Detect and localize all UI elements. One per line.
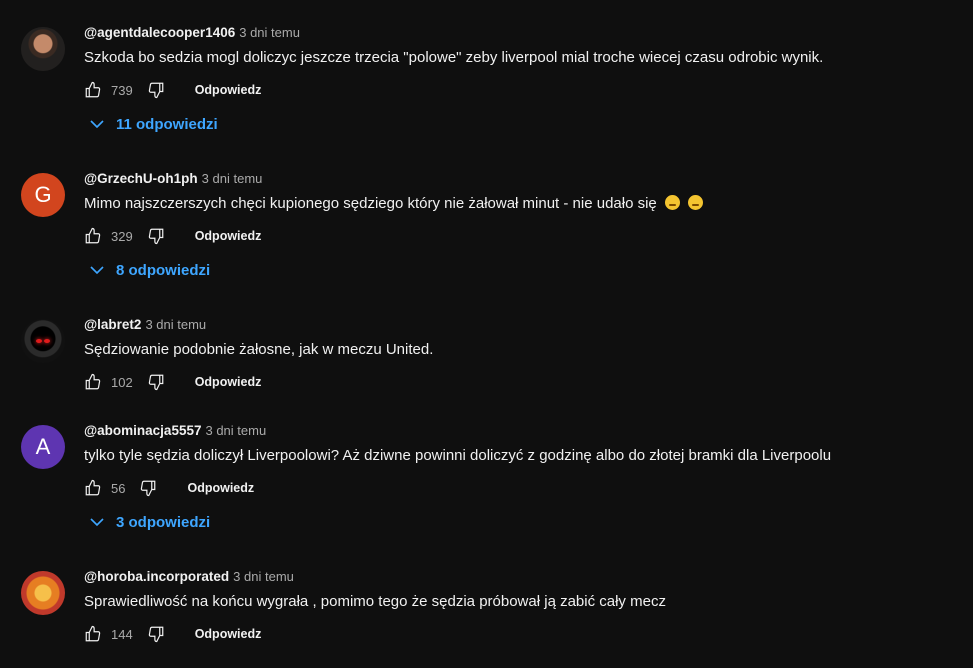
thumbs-down-icon	[148, 228, 164, 245]
thumbs-up-icon	[85, 81, 101, 98]
thumbs-down-icon	[141, 480, 156, 497]
avatar-eye	[36, 339, 42, 343]
like-button[interactable]	[84, 479, 102, 497]
avatar[interactable]	[21, 571, 65, 615]
comment-actions: 56 Odpowiedz	[84, 476, 254, 500]
like-count: 56	[111, 480, 126, 496]
avatar[interactable]	[21, 27, 65, 71]
reply-button[interactable]: Odpowiedz	[195, 375, 262, 389]
comment-actions: 329 Odpowiedz	[84, 224, 261, 248]
thumbs-up-icon	[85, 373, 101, 390]
avatar-eye	[44, 339, 50, 343]
reply-button[interactable]: Odpowiedz	[195, 229, 262, 243]
comment-text: Sprawiedliwość na końcu wygrała , pomimo…	[84, 593, 666, 610]
thumbs-down-icon	[148, 374, 164, 391]
chevron-down-icon	[90, 266, 104, 275]
like-count: 102	[111, 374, 133, 390]
comment-actions: 739 Odpowiedz	[84, 78, 261, 102]
crying-face-emoji	[664, 195, 680, 210]
comment-author[interactable]: @labret2	[84, 317, 141, 332]
comment-header: @GrzechU-oh1ph 3 dni temu	[84, 171, 262, 186]
like-count: 329	[111, 228, 133, 244]
comment-text: tylko tyle sędzia doliczył Liverpoolowi?…	[84, 447, 832, 464]
comment-time[interactable]: 3 dni temu	[145, 317, 206, 332]
replies-count: 11 odpowiedzi	[116, 115, 218, 133]
like-count: 144	[111, 626, 133, 642]
comment-header: @horoba.incorporated 3 dni temu	[84, 569, 294, 584]
thumbs-down-icon	[148, 82, 164, 99]
thumbs-down-icon	[148, 626, 164, 643]
comment-text: Szkoda bo sedzia mogl doliczyc jeszcze t…	[84, 49, 824, 66]
view-replies-button[interactable]: 3 odpowiedzi	[88, 513, 210, 531]
replies-count: 8 odpowiedzi	[116, 261, 211, 279]
view-replies-button[interactable]: 11 odpowiedzi	[88, 115, 218, 133]
avatar[interactable]: G	[21, 173, 65, 217]
like-button[interactable]	[84, 227, 102, 245]
comment-time[interactable]: 3 dni temu	[233, 569, 294, 584]
comment-actions: 144 Odpowiedz	[84, 622, 261, 646]
comment-time[interactable]: 3 dni temu	[239, 25, 300, 40]
reply-button[interactable]: Odpowiedz	[187, 481, 254, 495]
comment-text-row: Mimo najszczerszych chęci kupionego sędz…	[84, 195, 704, 212]
avatar-letter: A	[35, 434, 51, 459]
chevron-down-icon	[90, 518, 104, 527]
comment-author[interactable]: @agentdalecooper1406	[84, 25, 235, 40]
comment-header: @labret2 3 dni temu	[84, 317, 206, 332]
comment-text: Mimo najszczerszych chęci kupionego sędz…	[84, 195, 657, 212]
thumbs-up-icon	[85, 227, 101, 244]
like-count: 739	[111, 82, 133, 98]
like-button[interactable]	[84, 625, 102, 643]
comment-author[interactable]: @horoba.incorporated	[84, 569, 229, 584]
comment-author[interactable]: @GrzechU-oh1ph	[84, 171, 198, 186]
dislike-button[interactable]	[139, 479, 157, 497]
grinning-sweat-emoji	[688, 195, 704, 210]
dislike-button[interactable]	[147, 373, 165, 391]
thumbs-up-icon	[85, 479, 101, 496]
comment-time[interactable]: 3 dni temu	[205, 423, 266, 438]
thumbs-up-icon	[85, 625, 101, 642]
dislike-button[interactable]	[147, 227, 165, 245]
comment-time[interactable]: 3 dni temu	[202, 171, 263, 186]
like-button[interactable]	[84, 81, 102, 99]
reply-button[interactable]: Odpowiedz	[195, 627, 262, 641]
comment-author[interactable]: @abominacja5557	[84, 423, 201, 438]
avatar[interactable]	[21, 319, 65, 363]
replies-count: 3 odpowiedzi	[116, 513, 211, 531]
comment-header: @agentdalecooper1406 3 dni temu	[84, 25, 300, 40]
comment-header: @abominacja5557 3 dni temu	[84, 423, 266, 438]
comment-actions: 102 Odpowiedz	[84, 370, 261, 394]
comment-text: Sędziowanie podobnie żałosne, jak w mecz…	[84, 341, 434, 358]
dislike-button[interactable]	[147, 81, 165, 99]
avatar-letter: G	[34, 182, 52, 207]
dislike-button[interactable]	[147, 625, 165, 643]
avatar[interactable]: A	[21, 425, 65, 469]
reply-button[interactable]: Odpowiedz	[195, 83, 262, 97]
chevron-down-icon	[90, 120, 104, 129]
view-replies-button[interactable]: 8 odpowiedzi	[88, 261, 210, 279]
like-button[interactable]	[84, 373, 102, 391]
